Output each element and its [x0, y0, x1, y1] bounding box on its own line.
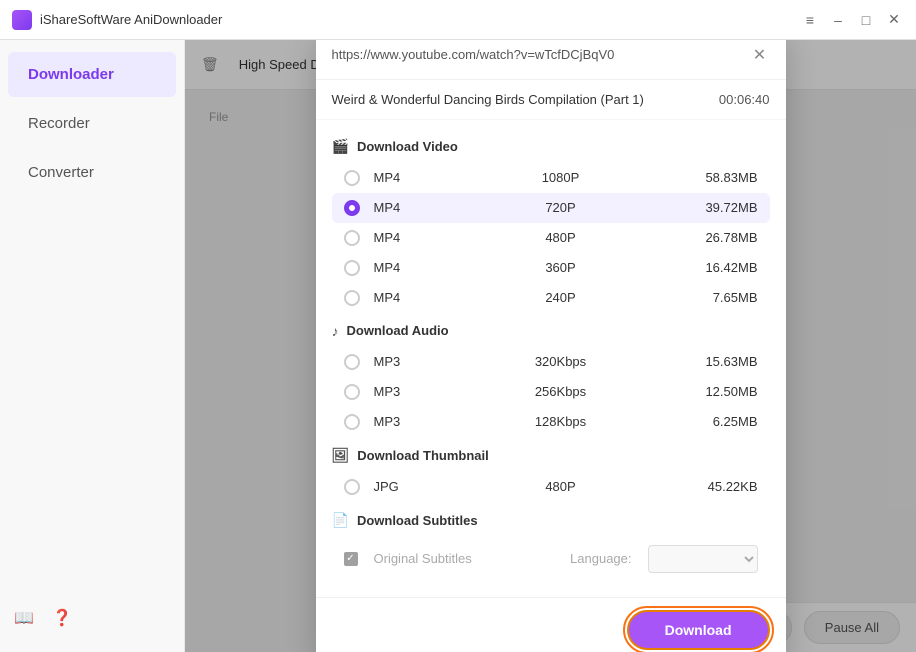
- size-mp3-256: 12.50MB: [688, 384, 758, 399]
- app-logo: [12, 10, 32, 30]
- radio-mp3-256[interactable]: [344, 384, 360, 400]
- audio-section-header: ♪ Download Audio: [332, 313, 770, 347]
- book-icon[interactable]: 📖: [10, 604, 38, 632]
- title-bar-left: iShareSoftWare AniDownloader: [12, 10, 222, 30]
- video-section-header: 🎬 Download Video: [332, 128, 770, 163]
- thumbnail-section-header: 🖼 Download Thumbnail: [332, 437, 770, 472]
- modal-close-button[interactable]: ✕: [750, 45, 770, 65]
- video-option-720p[interactable]: MP4 720P 39.72MB: [332, 193, 770, 223]
- quality-jpg: 480P: [434, 479, 688, 494]
- size-jpg: 45.22KB: [688, 479, 758, 494]
- sidebar-item-recorder[interactable]: Recorder: [8, 101, 176, 146]
- video-section-label: Download Video: [357, 139, 458, 154]
- quality-mp3-256: 256Kbps: [434, 384, 688, 399]
- title-bar-controls: ≡ – □ ✕: [800, 10, 904, 30]
- close-button[interactable]: ✕: [884, 10, 904, 30]
- radio-mp3-320[interactable]: [344, 354, 360, 370]
- app-window: iShareSoftWare AniDownloader ≡ – □ ✕ Dow…: [0, 0, 916, 652]
- thumbnail-section-label: Download Thumbnail: [357, 448, 488, 463]
- video-option-480p[interactable]: MP4 480P 26.78MB: [332, 223, 770, 253]
- video-option-360p[interactable]: MP4 360P 16.42MB: [332, 253, 770, 283]
- quality-240p: 240P: [434, 290, 688, 305]
- original-subtitles-label: Original Subtitles: [374, 551, 472, 566]
- quality-mp3-320: 320Kbps: [434, 354, 688, 369]
- radio-720p[interactable]: [344, 200, 360, 216]
- modal-url: https://www.youtube.com/watch?v=wTcfDCjB…: [332, 47, 615, 62]
- language-label: Language:: [570, 551, 631, 566]
- sidebar-item-converter[interactable]: Converter: [8, 150, 176, 195]
- minimize-button[interactable]: –: [828, 10, 848, 30]
- audio-section-label: Download Audio: [347, 323, 449, 338]
- subtitles-icon: 📄: [332, 512, 349, 529]
- language-select[interactable]: [648, 545, 758, 573]
- radio-jpg[interactable]: [344, 479, 360, 495]
- quality-480p: 480P: [434, 230, 688, 245]
- audio-option-256[interactable]: MP3 256Kbps 12.50MB: [332, 377, 770, 407]
- subtitles-section-label: Download Subtitles: [357, 513, 478, 528]
- radio-480p[interactable]: [344, 230, 360, 246]
- video-icon: 🎬: [332, 138, 349, 155]
- thumbnail-option-jpg[interactable]: JPG 480P 45.22KB: [332, 472, 770, 502]
- radio-240p[interactable]: [344, 290, 360, 306]
- quality-360p: 360P: [434, 260, 688, 275]
- modal-footer: Download: [316, 597, 786, 652]
- format-mp3-320: MP3: [374, 354, 434, 369]
- format-mp3-256: MP3: [374, 384, 434, 399]
- quality-720p: 720P: [434, 200, 688, 215]
- title-bar: iShareSoftWare AniDownloader ≡ – □ ✕: [0, 0, 916, 40]
- radio-1080p[interactable]: [344, 170, 360, 186]
- radio-mp3-128[interactable]: [344, 414, 360, 430]
- format-jpg: JPG: [374, 479, 434, 494]
- audio-icon: ♪: [332, 323, 339, 339]
- video-option-1080p[interactable]: MP4 1080P 58.83MB: [332, 163, 770, 193]
- help-icon[interactable]: ❓: [48, 604, 76, 632]
- format-240p: MP4: [374, 290, 434, 305]
- modal-overlay: https://www.youtube.com/watch?v=wTcfDCjB…: [185, 40, 916, 652]
- format-mp3-128: MP3: [374, 414, 434, 429]
- modal-video-title: Weird & Wonderful Dancing Birds Compilat…: [332, 92, 644, 107]
- size-360p: 16.42MB: [688, 260, 758, 275]
- modal-title-row: Weird & Wonderful Dancing Birds Compilat…: [316, 80, 786, 120]
- radio-360p[interactable]: [344, 260, 360, 276]
- sidebar-item-downloader[interactable]: Downloader: [8, 52, 176, 97]
- format-720p: MP4: [374, 200, 434, 215]
- audio-option-320[interactable]: MP3 320Kbps 15.63MB: [332, 347, 770, 377]
- size-1080p: 58.83MB: [688, 170, 758, 185]
- app-title: iShareSoftWare AniDownloader: [40, 12, 222, 27]
- thumbnail-icon: 🖼: [332, 447, 350, 464]
- format-480p: MP4: [374, 230, 434, 245]
- modal-header: https://www.youtube.com/watch?v=wTcfDCjB…: [316, 40, 786, 80]
- audio-option-128[interactable]: MP3 128Kbps 6.25MB: [332, 407, 770, 437]
- subtitles-row: Original Subtitles Language:: [332, 537, 770, 581]
- size-240p: 7.65MB: [688, 290, 758, 305]
- format-360p: MP4: [374, 260, 434, 275]
- download-button[interactable]: Download: [627, 610, 770, 650]
- sidebar: Downloader Recorder Converter 📖 ❓: [0, 40, 185, 652]
- modal-duration: 00:06:40: [719, 92, 770, 107]
- subtitles-section-header: 📄 Download Subtitles: [332, 502, 770, 537]
- sidebar-bottom: 📖 ❓: [0, 594, 184, 642]
- app-content: Downloader Recorder Converter 📖 ❓ 🗑 High…: [0, 40, 916, 652]
- quality-mp3-128: 128Kbps: [434, 414, 688, 429]
- size-mp3-320: 15.63MB: [688, 354, 758, 369]
- quality-1080p: 1080P: [434, 170, 688, 185]
- format-1080p: MP4: [374, 170, 434, 185]
- main-area: 🗑 High Speed Download File Resume All Pa…: [185, 40, 916, 652]
- video-option-240p[interactable]: MP4 240P 7.65MB: [332, 283, 770, 313]
- modal-body: 🎬 Download Video MP4 1080P 58.83MB: [316, 120, 786, 597]
- download-modal: https://www.youtube.com/watch?v=wTcfDCjB…: [316, 40, 786, 652]
- size-480p: 26.78MB: [688, 230, 758, 245]
- size-720p: 39.72MB: [688, 200, 758, 215]
- size-mp3-128: 6.25MB: [688, 414, 758, 429]
- original-subtitles-checkbox[interactable]: [344, 552, 358, 566]
- window-menu-button[interactable]: ≡: [800, 10, 820, 30]
- maximize-button[interactable]: □: [856, 10, 876, 30]
